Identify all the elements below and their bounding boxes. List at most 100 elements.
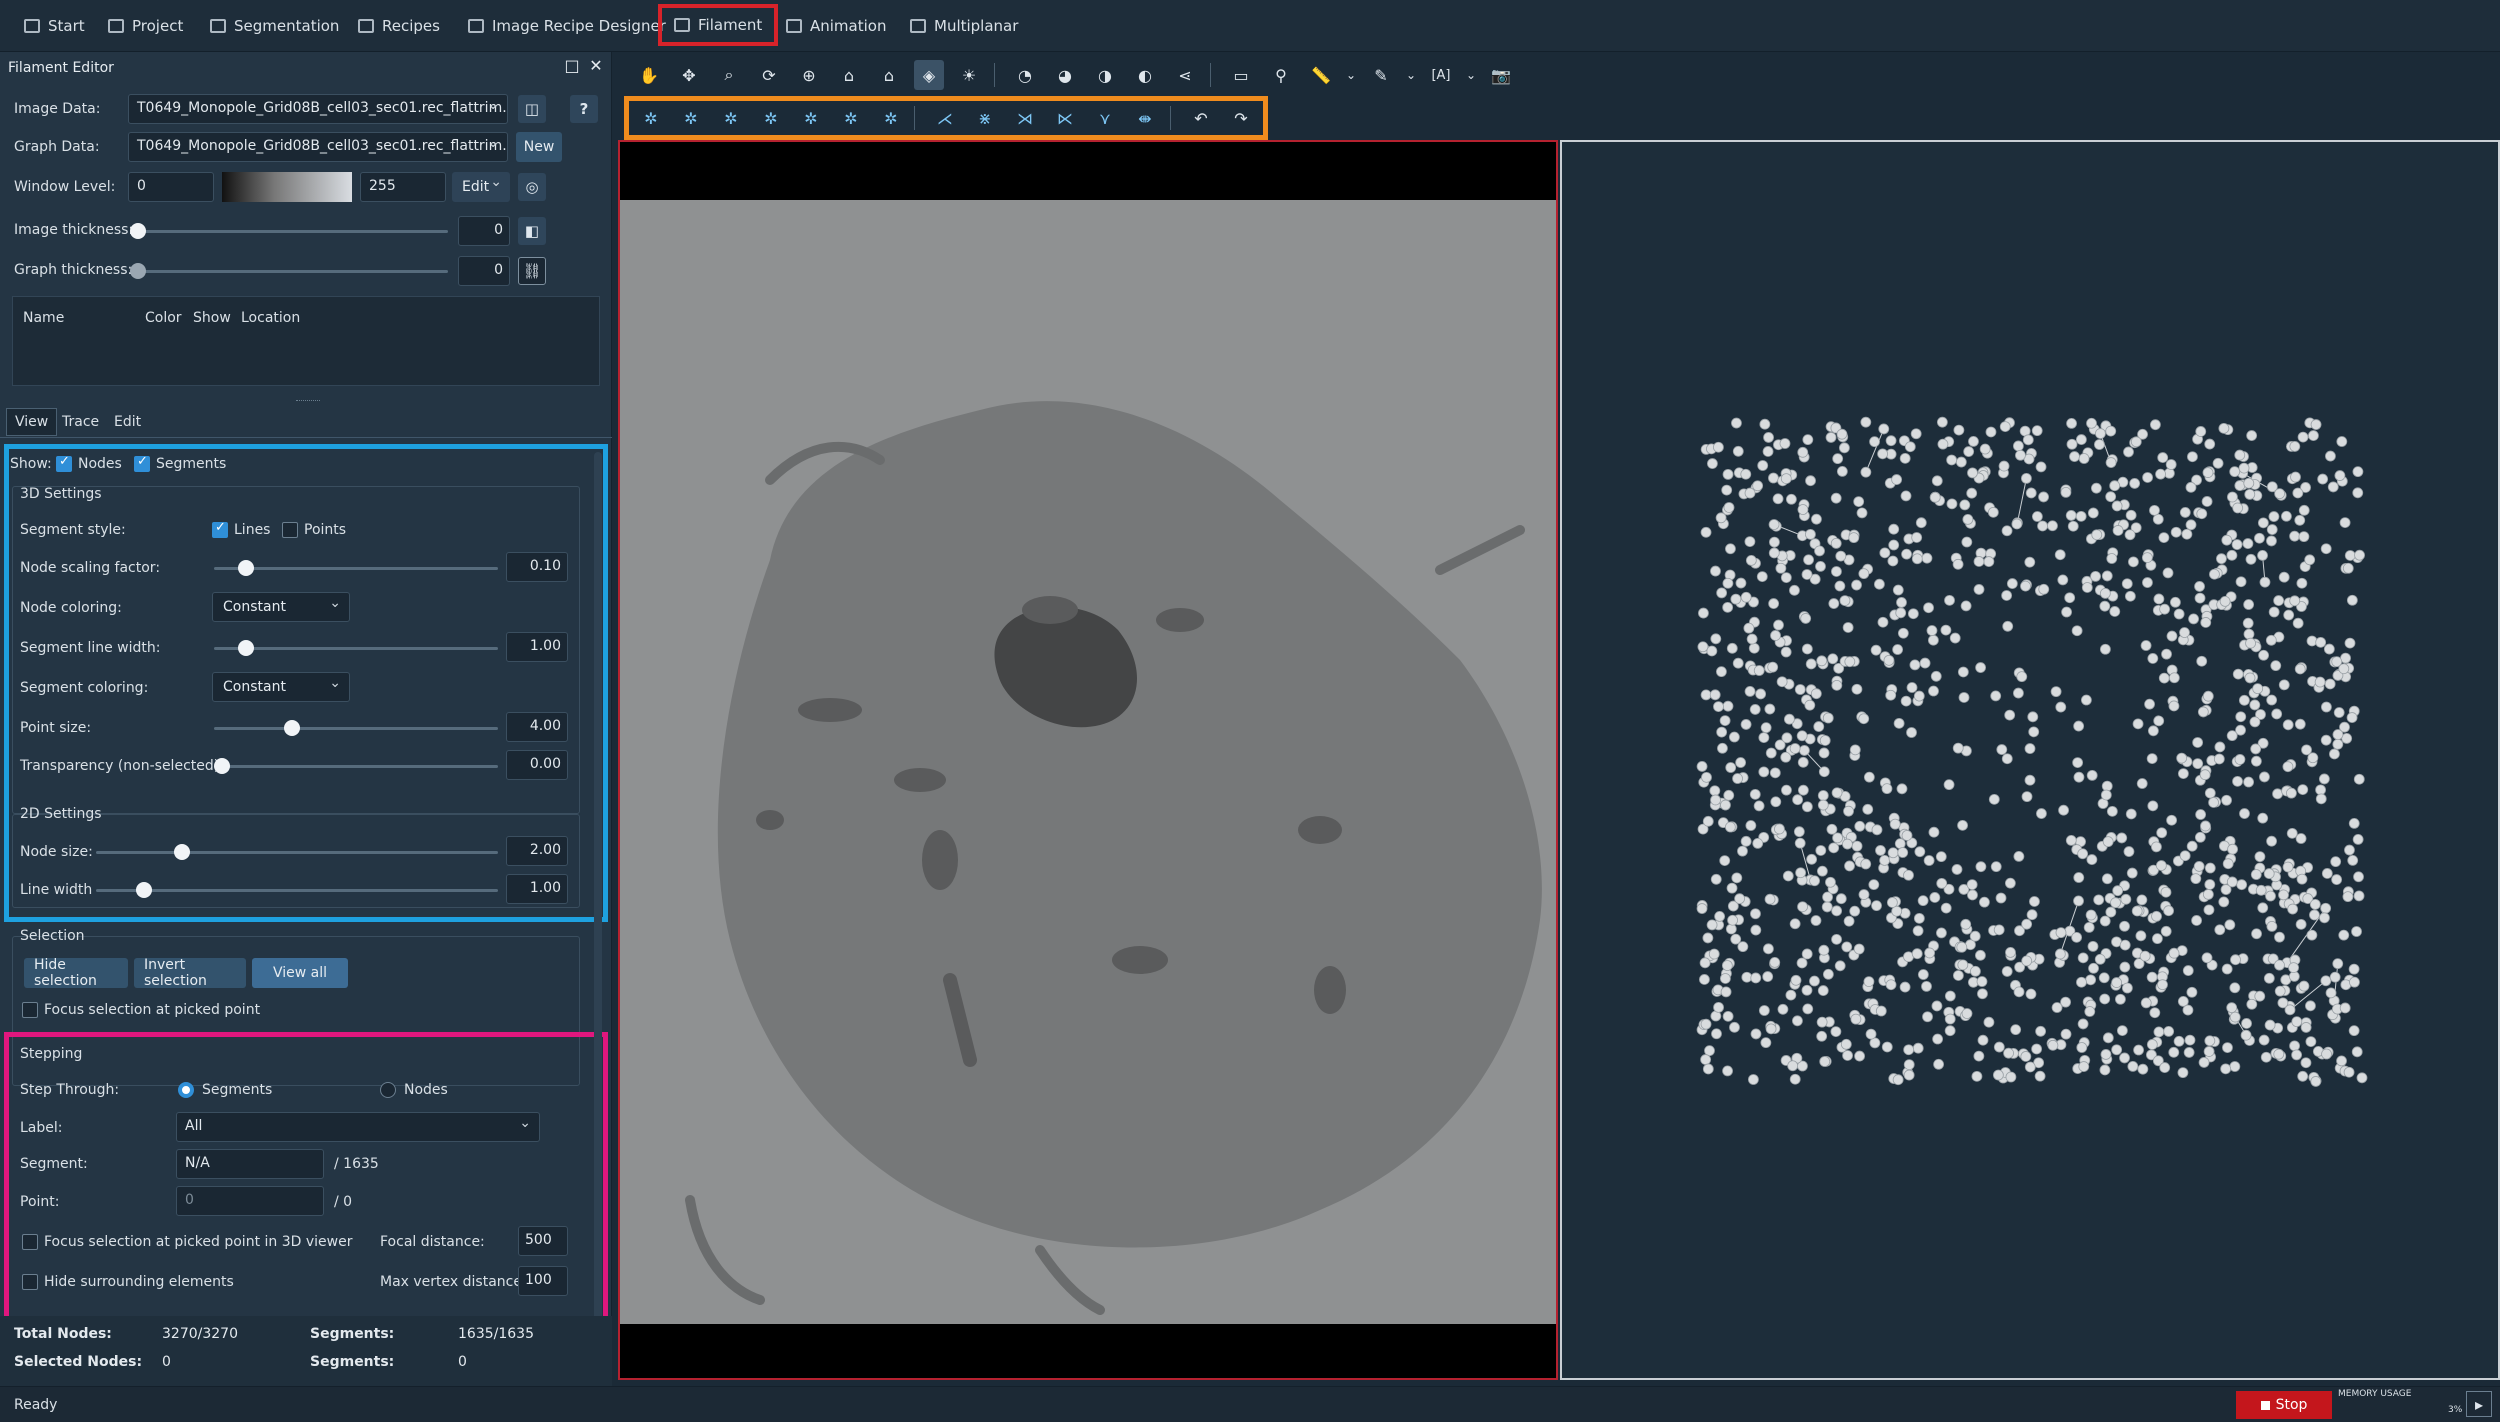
auto-trace-icon[interactable]: ⋇: [970, 103, 1000, 133]
node-size-value[interactable]: 2.00: [506, 836, 568, 866]
undo-icon[interactable]: ↶: [1186, 103, 1216, 133]
step-nodes-radio[interactable]: [380, 1082, 396, 1098]
measure-dropdown-icon[interactable]: ⌄: [1336, 60, 1366, 90]
segment-add-icon[interactable]: ⋊: [1010, 103, 1040, 133]
invert-selection-button[interactable]: Invert selection: [134, 957, 246, 989]
graph-data-combo[interactable]: T0649_Monopole_Grid08B_cell03_sec01.rec_…: [128, 132, 508, 162]
edit-window-level-button[interactable]: Edit: [452, 172, 510, 202]
node-scaling-knob[interactable]: [238, 560, 254, 576]
tab-trace[interactable]: Trace: [54, 408, 107, 436]
connect-node-icon[interactable]: ✲: [716, 103, 746, 133]
focal-distance-value[interactable]: 500: [518, 1226, 568, 1256]
panel-scrollbar[interactable]: [594, 452, 602, 1352]
stop-button[interactable]: Stop: [2236, 1391, 2332, 1419]
pan-icon[interactable]: ✥: [674, 60, 704, 90]
menu-segmentation[interactable]: Segmentation: [200, 10, 349, 42]
segment-split-icon[interactable]: ⋎: [1090, 103, 1120, 133]
segment-join-icon[interactable]: ⇼: [1130, 103, 1160, 133]
image-thickness-value[interactable]: 0: [458, 216, 510, 246]
graph-thickness-knob[interactable]: [130, 263, 146, 279]
zoom-icon[interactable]: ⌕: [714, 60, 744, 90]
link-icon[interactable]: ⛓: [518, 257, 546, 285]
brightness-icon[interactable]: ☀: [954, 60, 984, 90]
step-segments-radio[interactable]: [178, 1082, 194, 1098]
help-button[interactable]: ?: [570, 95, 598, 123]
menu-recipes[interactable]: Recipes: [348, 10, 450, 42]
hide-selection-button[interactable]: Hide selection: [24, 957, 128, 989]
node-coloring-combo[interactable]: Constant: [212, 592, 350, 622]
set-home-icon[interactable]: ⌂: [874, 60, 904, 90]
trace-icon[interactable]: ⋌: [930, 103, 960, 133]
menu-filament[interactable]: Filament: [658, 4, 779, 46]
image-data-combo[interactable]: T0649_Monopole_Grid08B_cell03_sec01.rec_…: [128, 94, 508, 124]
menu-image-recipe-designer[interactable]: Image Recipe Designer: [458, 10, 676, 42]
filament-graph-render[interactable]: [1562, 142, 2498, 1378]
hide-surrounding-checkbox[interactable]: [22, 1274, 38, 1290]
transparency-slider[interactable]: [214, 765, 498, 768]
split-node-icon[interactable]: ✲: [836, 103, 866, 133]
line-width-slider[interactable]: [96, 889, 498, 892]
step-label-combo[interactable]: All: [176, 1112, 540, 1142]
point-size-knob[interactable]: [284, 720, 300, 736]
tab-edit[interactable]: Edit: [106, 408, 149, 436]
image-thickness-slider[interactable]: [136, 230, 448, 233]
move-node-icon[interactable]: ✲: [756, 103, 786, 133]
transparency-value[interactable]: 0.00: [506, 750, 568, 780]
ortho-icon[interactable]: ▭: [1226, 60, 1256, 90]
view-rotate-icon[interactable]: ◔: [1010, 60, 1040, 90]
add-node-icon[interactable]: ✲: [636, 103, 666, 133]
view-rotate-3-icon[interactable]: ◑: [1090, 60, 1120, 90]
menu-multiplanar[interactable]: Multiplanar: [900, 10, 1028, 42]
pick-icon[interactable]: ✋: [634, 60, 664, 90]
segment-style-lines-checkbox[interactable]: [212, 520, 228, 538]
segment-connect-icon[interactable]: ⋉: [1050, 103, 1080, 133]
layers-icon[interactable]: ◈: [914, 60, 944, 90]
window-level-histogram[interactable]: [222, 172, 352, 202]
undock-icon[interactable]: □: [564, 58, 580, 74]
delete-node-icon[interactable]: ✲: [876, 103, 906, 133]
probe-icon[interactable]: ✎: [1366, 60, 1396, 90]
view-all-button[interactable]: View all: [252, 958, 348, 988]
console-icon[interactable]: ▸: [2466, 1391, 2492, 1417]
view-align-icon[interactable]: ⋖: [1170, 60, 1200, 90]
new-graph-button[interactable]: New: [516, 132, 562, 162]
camera-icon[interactable]: 📷: [1486, 60, 1516, 90]
splitter-handle[interactable]: [296, 400, 320, 403]
segment-coloring-combo[interactable]: Constant: [212, 672, 350, 702]
auto-level-icon[interactable]: ◎: [518, 173, 546, 201]
segment-line-width-slider[interactable]: [214, 647, 498, 650]
point-step-spinbox[interactable]: 0: [176, 1186, 324, 1216]
point-size-value[interactable]: 4.00: [506, 712, 568, 742]
image-data-icon-button[interactable]: ◫: [518, 95, 546, 123]
thickness-option-icon[interactable]: ◧: [518, 217, 546, 245]
view-rotate-2-icon[interactable]: ◕: [1050, 60, 1080, 90]
node-scaling-value[interactable]: 0.10: [506, 552, 568, 582]
show-nodes-checkbox[interactable]: [56, 454, 72, 472]
line-width-knob[interactable]: [136, 882, 152, 898]
menu-start[interactable]: Start: [14, 10, 95, 42]
measure-icon[interactable]: 📏: [1306, 60, 1336, 90]
redo-icon[interactable]: ↷: [1226, 103, 1256, 133]
segment-step-spinbox[interactable]: N/A: [176, 1149, 324, 1179]
image-thickness-knob[interactable]: [130, 223, 146, 239]
node-scaling-slider[interactable]: [214, 567, 498, 570]
probe-dropdown-icon[interactable]: ⌄: [1396, 60, 1426, 90]
show-segments-checkbox[interactable]: [134, 454, 150, 472]
tomogram-slice-image[interactable]: [620, 200, 1556, 1324]
graph-thickness-slider[interactable]: [136, 270, 448, 273]
viewer-2d[interactable]: [618, 140, 1558, 1380]
window-level-min[interactable]: 0: [128, 172, 214, 202]
node-size-slider[interactable]: [96, 851, 498, 854]
viewer-3d[interactable]: [1560, 140, 2500, 1380]
point-size-slider[interactable]: [214, 727, 498, 730]
line-width-value[interactable]: 1.00: [506, 874, 568, 904]
rotate-icon[interactable]: ⟳: [754, 60, 784, 90]
close-icon[interactable]: ✕: [588, 58, 604, 74]
max-vertex-distance-value[interactable]: 100: [518, 1266, 568, 1296]
seek-icon[interactable]: ⊕: [794, 60, 824, 90]
focus-3d-checkbox[interactable]: [22, 1234, 38, 1250]
select-node-icon[interactable]: ✲: [676, 103, 706, 133]
menu-animation[interactable]: Animation: [776, 10, 896, 42]
segment-line-width-knob[interactable]: [238, 640, 254, 656]
graph-thickness-value[interactable]: 0: [458, 256, 510, 286]
